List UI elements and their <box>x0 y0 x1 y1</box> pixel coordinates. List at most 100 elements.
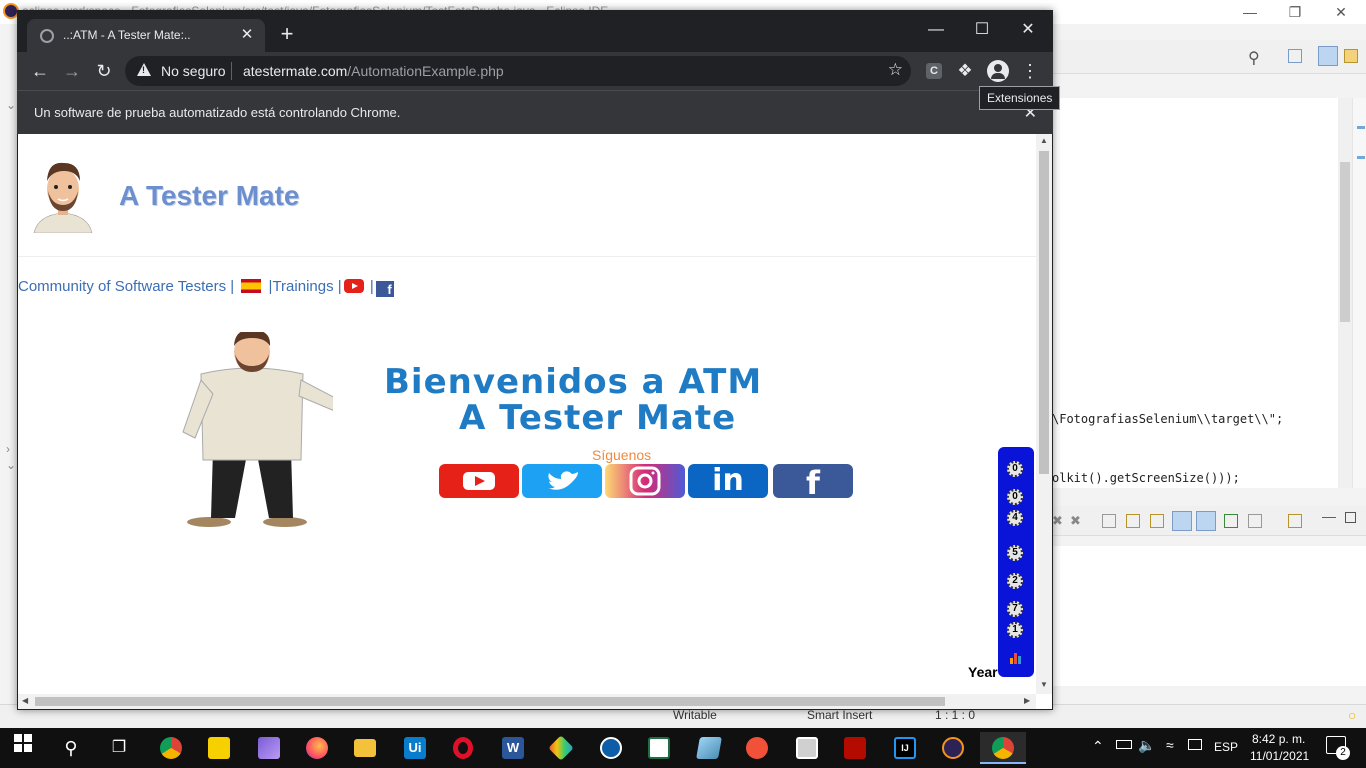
ide-code-editor[interactable]: \FotografiasSelenium\\target\\"; olkit()… <box>1052 98 1338 488</box>
chevron-right-icon[interactable]: › <box>6 442 10 456</box>
page-vertical-scrollbar[interactable]: ▲ ▼ <box>1036 134 1052 694</box>
page-horizontal-scrollbar[interactable]: ◀ ▶ <box>18 694 1036 709</box>
uipath-taskbar-icon[interactable]: Ui <box>392 732 438 764</box>
spain-flag-icon[interactable] <box>241 279 262 293</box>
scroll-left-arrow-icon[interactable]: ◀ <box>22 696 28 705</box>
facebook-social-icon[interactable]: f <box>773 464 853 502</box>
browser-tab-active[interactable]: ..:ATM - A Tester Mate:.. ✕ <box>27 19 265 52</box>
address-bar[interactable]: No seguro atestermate.com/AutomationExam… <box>125 56 911 86</box>
close-window-button[interactable]: ✕ <box>1005 16 1051 44</box>
language-indicator[interactable]: ESP <box>1214 740 1238 754</box>
start-windows-icon[interactable] <box>0 732 46 764</box>
chevron-down-icon[interactable]: ⌄ <box>6 98 16 112</box>
lock-icon <box>600 736 622 759</box>
excel-chart-taskbar-icon[interactable] <box>636 732 682 764</box>
clock-date[interactable]: 11/01/2021 <box>1250 749 1309 763</box>
open-console-icon[interactable] <box>1288 514 1302 528</box>
extensions-puzzle-icon[interactable]: ❖ <box>954 60 976 82</box>
ide-maximize-button[interactable]: ❐ <box>1285 2 1305 22</box>
site-brand-title[interactable]: A Tester Mate <box>119 180 300 212</box>
vpn-taskbar-icon[interactable] <box>588 732 634 764</box>
scroll-lock-icon[interactable] <box>1126 514 1140 528</box>
file-explorer-icon[interactable] <box>342 732 388 764</box>
minimize-button[interactable]: — <box>913 16 959 44</box>
extension-c-icon[interactable]: C <box>926 63 942 79</box>
eclipse-taskbar-icon[interactable] <box>930 732 976 764</box>
maximize-button[interactable]: ☐ <box>959 16 1005 44</box>
security-label[interactable]: No seguro <box>161 63 226 79</box>
volume-icon[interactable]: 🔈 <box>1138 737 1155 754</box>
community-link[interactable]: Community of Software Testers <box>18 278 226 295</box>
scroll-down-arrow-icon[interactable]: ▼ <box>1040 680 1048 689</box>
show-error-icon[interactable] <box>1196 511 1216 531</box>
ide-close-button[interactable]: ✕ <box>1331 2 1351 22</box>
close-tab-icon[interactable]: ✕ <box>237 25 257 45</box>
remote-desktop-taskbar-icon[interactable] <box>784 732 830 764</box>
back-arrow-icon[interactable]: ← <box>28 59 52 83</box>
sticky-notes-icon[interactable] <box>196 732 242 764</box>
linkedin-social-icon[interactable]: in <box>688 464 768 498</box>
reload-icon[interactable]: ↻ <box>92 59 116 83</box>
task-view-icon[interactable]: ❐ <box>96 732 142 764</box>
pin-console-icon[interactable] <box>1224 514 1238 528</box>
intellij-taskbar-icon[interactable]: IJ <box>882 732 928 764</box>
pen-app-icon[interactable] <box>246 732 292 764</box>
trainings-link[interactable]: Trainings <box>272 278 333 295</box>
menu-kebab-icon[interactable]: ⋮ <box>1019 60 1041 82</box>
url-text[interactable]: atestermate.com/AutomationExample.php <box>243 63 504 79</box>
git-tool-taskbar-icon[interactable] <box>538 732 584 764</box>
resource-perspective-icon[interactable] <box>1344 49 1358 63</box>
swift-taskbar-icon[interactable] <box>734 732 780 764</box>
infobar-message: Un software de prueba automatizado está … <box>34 105 401 120</box>
acrobat-taskbar-icon[interactable] <box>832 732 878 764</box>
youtube-icon[interactable] <box>343 279 364 293</box>
ide-scroll-thumb[interactable] <box>1340 162 1350 322</box>
chevron-down-icon[interactable]: ⌄ <box>6 458 16 472</box>
wifi-icon[interactable]: ≈ <box>1166 737 1174 753</box>
show-hidden-icons-chevron-icon[interactable]: ⌃ <box>1092 738 1104 755</box>
visit-counter-widget[interactable]: 0 0 4 5 2 7 1 <box>998 447 1034 677</box>
opera-taskbar-icon[interactable] <box>440 732 486 764</box>
maximize-view-icon[interactable] <box>1345 512 1356 523</box>
vertical-scroll-thumb[interactable] <box>1039 151 1049 474</box>
warning-icon[interactable] <box>137 63 151 76</box>
chrome-active-taskbar-icon[interactable] <box>980 732 1026 764</box>
code-line: \FotografiasSelenium\\target\\"; <box>1052 412 1284 426</box>
twitter-social-icon[interactable] <box>522 464 602 498</box>
scroll-right-arrow-icon[interactable]: ▶ <box>1024 696 1030 705</box>
horizontal-scroll-thumb[interactable] <box>35 697 945 706</box>
remove-all-icon[interactable]: ✖ <box>1070 513 1081 529</box>
bookmark-star-icon[interactable]: ☆ <box>888 60 903 80</box>
ide-editor-scrollbar[interactable] <box>1338 98 1352 488</box>
ide-search-icon[interactable]: ⚲ <box>1248 48 1260 68</box>
firefox-taskbar-icon[interactable] <box>294 732 340 764</box>
ruler-marker[interactable] <box>1357 156 1365 159</box>
remove-launch-icon[interactable]: ✖ <box>1052 513 1063 529</box>
scroll-up-arrow-icon[interactable]: ▲ <box>1040 136 1048 145</box>
battery-icon[interactable] <box>1116 740 1132 749</box>
tip-lightbulb-icon[interactable]: ○ <box>1348 707 1356 723</box>
clock-time[interactable]: 8:42 p. m. <box>1252 732 1305 746</box>
clear-console-icon[interactable] <box>1102 514 1116 528</box>
youtube-social-icon[interactable] <box>439 464 519 498</box>
open-perspective-icon[interactable] <box>1288 49 1302 63</box>
instagram-social-icon[interactable] <box>605 464 685 498</box>
ruler-marker[interactable] <box>1357 126 1365 129</box>
forward-arrow-icon[interactable]: → <box>60 59 84 83</box>
counter-digit: 2 <box>1007 573 1023 589</box>
word-wrap-icon[interactable] <box>1150 514 1164 528</box>
chrome-taskbar-icon[interactable] <box>148 732 194 764</box>
facebook-icon[interactable]: f <box>375 281 394 297</box>
display-console-icon[interactable] <box>1248 514 1262 528</box>
notes-app-taskbar-icon[interactable] <box>686 732 732 764</box>
search-icon[interactable]: ⚲ <box>48 732 94 764</box>
minimize-view-icon[interactable]: — <box>1322 508 1336 524</box>
java-perspective-icon[interactable] <box>1318 46 1338 66</box>
new-tab-button[interactable]: + <box>275 22 299 46</box>
profile-avatar-icon[interactable] <box>987 60 1009 82</box>
word-taskbar-icon[interactable]: W <box>490 732 536 764</box>
display-icon[interactable] <box>1188 739 1202 750</box>
show-console-icon[interactable] <box>1172 511 1192 531</box>
ide-minimize-button[interactable]: — <box>1240 2 1260 22</box>
bar-chart-icon[interactable] <box>1010 652 1022 664</box>
